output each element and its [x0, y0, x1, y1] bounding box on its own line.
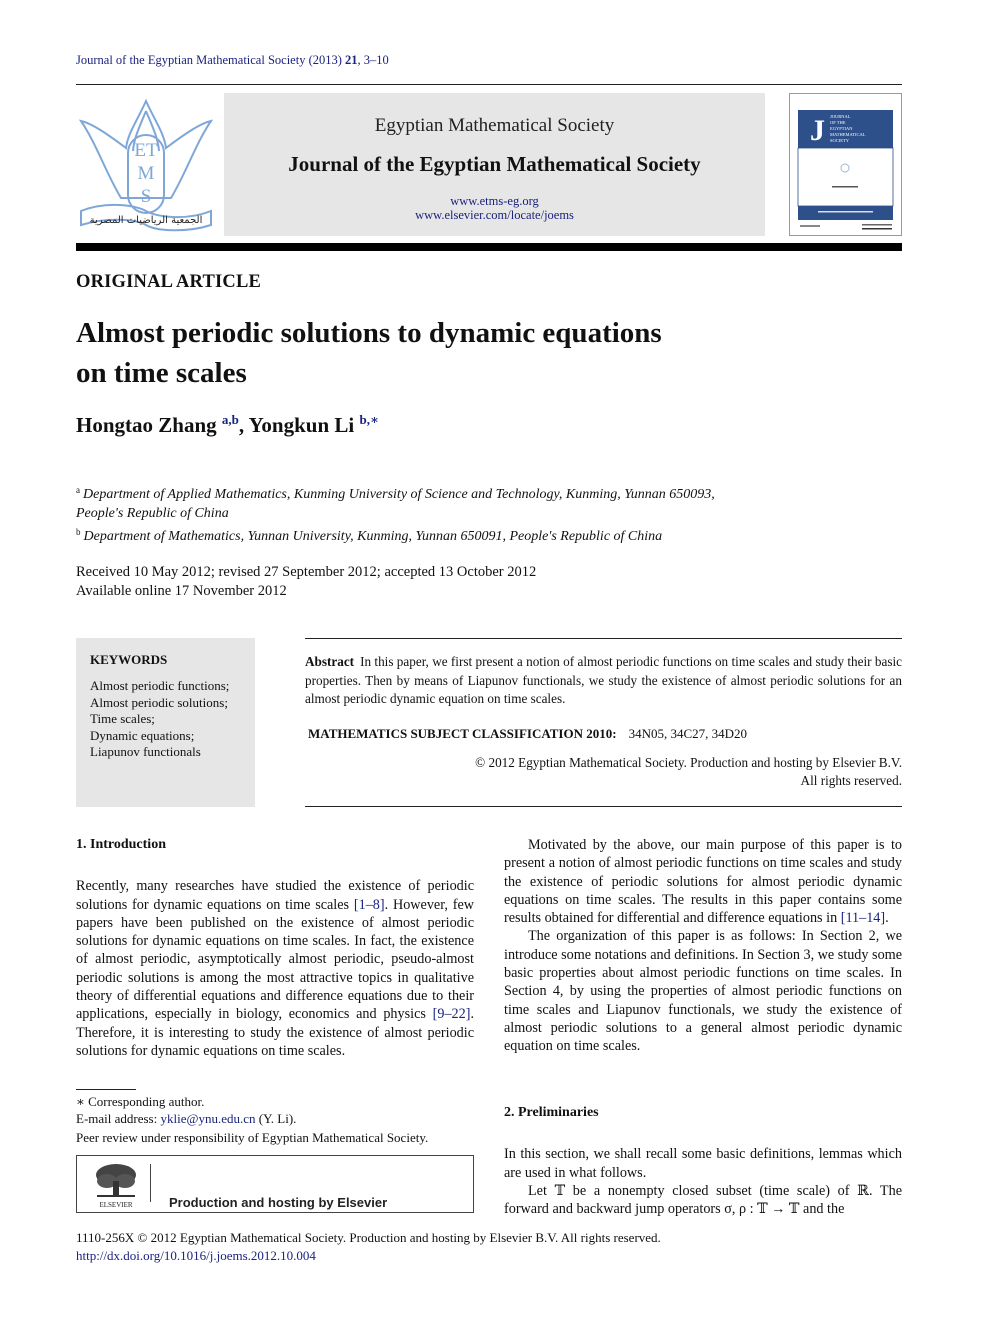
cover-title-line: SOCIETY	[830, 138, 850, 143]
available-online: Available online 17 November 2012	[76, 582, 287, 599]
article-title-line1: Almost periodic solutions to dynamic equ…	[76, 317, 662, 349]
footnote-rule	[76, 1089, 136, 1090]
doi-link[interactable]: http://dx.doi.org/10.1016/j.joems.2012.1…	[76, 1247, 661, 1265]
author-affiliation-link[interactable]: b,∗	[360, 412, 379, 427]
email-suffix: (Y. Li).	[255, 1111, 297, 1126]
article-type: ORIGINAL ARTICLE	[76, 272, 262, 292]
intro-paragraph-1: Recently, many researches have studied t…	[76, 877, 474, 1060]
section-heading: 1. Introduction	[76, 837, 166, 852]
msc-classification: MATHEMATICS SUBJECT CLASSIFICATION 2010:…	[308, 726, 747, 742]
paragraph-text: .	[885, 910, 889, 927]
author-separator: ,	[238, 413, 249, 437]
running-head-journal: Journal of the Egyptian Mathematical Soc…	[76, 53, 346, 67]
header-thick-rule	[76, 243, 902, 251]
prelim-paragraph-1: In this section, we shall recall some ba…	[504, 1146, 902, 1181]
affiliation-a-cont: People's Republic of China	[76, 505, 229, 521]
affiliation-a: a Department of Applied Mathematics, Kunm…	[76, 481, 836, 505]
etms-logo-icon: ET M S الجمعية الرياضيات المصرية	[78, 98, 214, 232]
affiliation-mark: b	[76, 527, 81, 537]
keyword-item: Almost periodic functions;	[90, 678, 230, 693]
cover-title-line: JOURNAL	[830, 114, 851, 119]
logo-letters-et: ET	[134, 140, 158, 161]
affiliation-text: Department of Mathematics, Yunnan Univer…	[83, 529, 663, 544]
keyword-item: Liapunov functionals	[90, 744, 201, 759]
cover-image-icon: J JOURNAL OF THE EGYPTIAN MATHEMATICAL S…	[797, 110, 894, 230]
email-link[interactable]: yklie@ynu.edu.cn	[160, 1111, 255, 1126]
elsevier-logo: ELSEVIER	[91, 1161, 141, 1209]
elsevier-logo-label: ELSEVIER	[99, 1201, 132, 1209]
journal-header-box: Egyptian Mathematical Society Journal of…	[224, 93, 765, 236]
abstract-copyright: © 2012 Egyptian Mathematical Society. Pr…	[305, 754, 902, 790]
author-list: Hongtao Zhang a,b, Yongkun Li b,∗	[76, 412, 379, 438]
elsevier-hosting-text: Production and hosting by Elsevier	[169, 1195, 388, 1210]
affiliation-text: Department of Applied Mathematics, Kunmi…	[83, 487, 715, 502]
citation-link[interactable]: [11–14]	[841, 910, 885, 926]
author-name: Yongkun Li	[248, 413, 355, 437]
top-rule	[76, 84, 902, 85]
abstract-top-rule	[305, 638, 902, 639]
elsevier-tree-icon: ELSEVIER	[96, 1164, 136, 1209]
abstract-label: Abstract	[305, 654, 355, 669]
link-etms[interactable]: www.etms-eg.org	[224, 194, 765, 208]
abstract-bottom-rule	[305, 806, 902, 807]
section-introduction: 1. Introduction Recently, many researche…	[76, 836, 474, 1060]
section-heading: 2. Preliminaries	[504, 1105, 599, 1120]
etms-logo: ET M S الجمعية الرياضيات المصرية	[76, 93, 216, 236]
bottom-copyright: 1110-256X © 2012 Egyptian Mathematical S…	[76, 1229, 661, 1264]
received-dates: Received 10 May 2012; revised 27 Septemb…	[76, 564, 537, 580]
affiliation-mark: a	[76, 485, 80, 495]
cover-title-line: MATHEMATICAL	[830, 132, 866, 137]
intro-paragraph-3: The organization of this paper is as fol…	[504, 928, 902, 1055]
elsevier-box-divider	[150, 1164, 151, 1202]
abstract: Abstract In this paper, we first present …	[305, 653, 902, 709]
journal-links: www.etms-eg.org www.elsevier.com/locate/…	[224, 194, 765, 222]
society-name: Egyptian Mathematical Society	[374, 115, 615, 136]
msc-codes: 34N05, 34C27, 34D20	[628, 726, 748, 741]
copyright-line1: © 2012 Egyptian Mathematical Society. Pr…	[475, 755, 902, 770]
email-label: E-mail address:	[76, 1111, 161, 1126]
article-title: Almost periodic solutions to dynamic equ…	[76, 313, 836, 393]
logo-letters-s: S	[141, 186, 152, 207]
keyword-item: Dynamic equations;	[90, 727, 195, 743]
running-head-volume: 21	[345, 53, 358, 67]
running-head[interactable]: Journal of the Egyptian Mathematical Soc…	[76, 53, 389, 68]
article-title-line2: on time scales	[76, 357, 247, 389]
elsevier-hosting-box: ELSEVIER Production and hosting by Elsev…	[76, 1155, 474, 1213]
keyword-item: Time scales;	[90, 711, 155, 726]
intro-continued: Motivated by the above, our main purpose…	[504, 836, 902, 1056]
footnote-email: E-mail address: yklie@ynu.edu.cn (Y. Li)…	[76, 1110, 296, 1127]
logo-letters-m: M	[138, 163, 155, 184]
link-elsevier[interactable]: www.elsevier.com/locate/joems	[224, 208, 765, 222]
affiliation-b: b Department of Mathematics, Yunnan Unive…	[76, 523, 836, 547]
keyword-item: Almost periodic solutions;	[90, 694, 228, 710]
author-name: Hongtao Zhang	[76, 413, 217, 437]
running-head-pages: , 3–10	[357, 53, 389, 67]
keywords-title: KEYWORDS	[90, 652, 168, 667]
issn-copyright: 1110-256X © 2012 Egyptian Mathematical S…	[76, 1230, 661, 1245]
journal-name: Journal of the Egyptian Mathematical Soc…	[288, 152, 701, 176]
cover-title-line: OF THE	[830, 120, 846, 125]
prelim-paragraph-2: Let 𝕋 be a nonempty closed subset (time …	[504, 1182, 902, 1218]
paragraph-text: . However, few papers have been publishe…	[76, 896, 474, 1023]
journal-cover-thumbnail[interactable]: J JOURNAL OF THE EGYPTIAN MATHEMATICAL S…	[789, 93, 902, 236]
citation-link[interactable]: [9–22]	[433, 1006, 471, 1022]
copyright-line2: All rights reserved.	[800, 773, 902, 788]
msc-label: MATHEMATICS SUBJECT CLASSIFICATION 2010:	[308, 726, 617, 741]
affiliations: a Department of Applied Mathematics, Kunm…	[76, 481, 836, 547]
intro-paragraph-2: Motivated by the above, our main purpose…	[504, 836, 902, 927]
keywords-box: KEYWORDS Almost periodic functions; Almo…	[76, 638, 255, 807]
cover-title-line: EGYPTIAN	[830, 126, 853, 131]
cover-letter: J	[810, 114, 825, 147]
section-preliminaries: 2. Preliminaries In this section, we sha…	[504, 1104, 902, 1218]
logo-arabic-text: الجمعية الرياضيات المصرية	[90, 215, 203, 226]
footnote-peer-review: Peer review under responsibility of Egyp…	[76, 1130, 429, 1145]
footnote-corresponding: ∗ Corresponding author.	[76, 1094, 205, 1109]
citation-link[interactable]: [1–8]	[354, 897, 385, 913]
abstract-text: In this paper, we first present a notion…	[305, 654, 902, 706]
author-affiliation-link[interactable]: a,b	[222, 412, 239, 427]
article-dates: Received 10 May 2012; revised 27 Septemb…	[76, 563, 536, 600]
